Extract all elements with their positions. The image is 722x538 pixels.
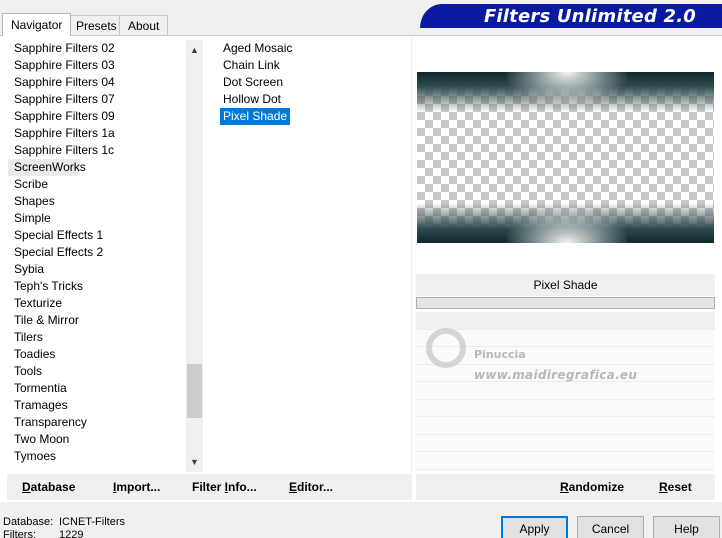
category-item[interactable]: Sapphire Filters 07 [8, 91, 186, 108]
tab-navigator[interactable]: Navigator [2, 13, 72, 36]
category-item[interactable]: Sapphire Filters 04 [8, 74, 186, 91]
parameter-row [416, 400, 715, 417]
import-button[interactable]: Import... [113, 480, 160, 494]
help-button[interactable]: Help [653, 516, 720, 538]
cancel-button[interactable]: Cancel [577, 516, 644, 538]
category-item[interactable]: Special Effects 2 [8, 244, 186, 261]
left-toolbar: Database Import... Filter Info... Editor… [7, 474, 411, 500]
category-item[interactable]: Two Moon [8, 431, 186, 448]
category-list[interactable]: Sapphire Filters 02 Sapphire Filters 03 Sa… [8, 40, 186, 472]
preview-top-highlight [507, 72, 627, 106]
filter-item-label: Pixel Shade [220, 108, 291, 125]
parameter-row [416, 330, 715, 347]
parameter-row [416, 417, 715, 435]
filter-item[interactable]: Aged Mosaic [214, 40, 410, 57]
status-database-line: Database: ICNET-Filters [3, 516, 125, 528]
status-filters-line: Filters: 1229 [3, 529, 84, 538]
category-item[interactable]: Sapphire Filters 03 [8, 57, 186, 74]
category-item[interactable]: Tramages [8, 397, 186, 414]
filter-parameters-title: Pixel Shade [416, 274, 715, 296]
reset-button[interactable]: Reset [659, 480, 692, 494]
category-item[interactable]: Tilers [8, 329, 186, 346]
category-item[interactable]: ScreenWorks [8, 159, 86, 176]
title-banner: Filters Unlimited 2.0 [420, 4, 722, 28]
category-item[interactable]: Sapphire Filters 09 [8, 108, 186, 125]
preview-bottom-highlight [507, 209, 627, 243]
category-item[interactable]: Toadies [8, 346, 186, 363]
scroll-thumb[interactable] [187, 364, 202, 418]
category-item[interactable]: Transparency [8, 414, 186, 431]
category-item[interactable]: Shapes [8, 193, 186, 210]
parameter-row [416, 312, 715, 330]
category-item[interactable]: Scribe [8, 176, 186, 193]
database-button[interactable]: Database [22, 480, 75, 494]
up-arrow-icon[interactable]: ▲ [186, 42, 203, 59]
category-item[interactable]: Tormentia [8, 380, 186, 397]
down-arrow-icon[interactable]: ▼ [186, 454, 203, 471]
category-item[interactable]: Texturize [8, 295, 186, 312]
category-item[interactable]: Sapphire Filters 1c [8, 142, 186, 159]
filter-item[interactable]: Pixel Shade [214, 108, 410, 125]
tab-about[interactable]: About [119, 15, 169, 35]
filter-info-button[interactable]: Filter Info... [192, 480, 257, 494]
parameter-row [416, 452, 715, 470]
category-item[interactable]: Sapphire Filters 02 [8, 40, 186, 57]
parameter-row [416, 435, 715, 452]
category-item[interactable]: Sybia [8, 261, 186, 278]
filter-item-label: Dot Screen [223, 75, 284, 89]
filter-item[interactable]: Hollow Dot [214, 91, 410, 108]
database-status: Database: ICNET-Filters Filters: 1229 [3, 516, 125, 538]
category-item[interactable]: Sapphire Filters 1a [8, 125, 186, 142]
editor-button[interactable]: Editor... [289, 480, 333, 494]
filter-item[interactable]: Chain Link [214, 57, 410, 74]
preview-image [417, 72, 714, 243]
category-item[interactable]: Simple [8, 210, 186, 227]
category-item[interactable]: Teph's Tricks [8, 278, 186, 295]
parameter-bar [416, 297, 715, 309]
category-item[interactable]: Tymoes [8, 448, 186, 465]
right-toolbar: Randomize Reset [416, 474, 715, 500]
filter-list[interactable]: Aged Mosaic Chain Link Dot Screen Hollow Do… [214, 40, 410, 472]
parameter-rows [416, 312, 715, 472]
banner-title: Filters Unlimited 2.0 [483, 6, 696, 27]
category-item[interactable]: Tile & Mirror [8, 312, 186, 329]
filter-item-label: Hollow Dot [223, 92, 282, 106]
parameter-row [416, 347, 715, 365]
parameter-row [416, 365, 715, 382]
tab-presets[interactable]: Presets [67, 15, 126, 35]
randomize-button[interactable]: Randomize [560, 480, 624, 494]
category-item[interactable]: Tools [8, 363, 186, 380]
parameter-row [416, 382, 715, 400]
apply-button[interactable]: Apply [501, 516, 568, 538]
filter-item[interactable]: Dot Screen [214, 74, 410, 91]
filter-item-label: Chain Link [223, 58, 280, 72]
category-scrollbar[interactable]: ▲ ▼ [186, 40, 203, 472]
filter-item-label: Aged Mosaic [223, 41, 293, 55]
category-item[interactable]: Special Effects 1 [8, 227, 186, 244]
